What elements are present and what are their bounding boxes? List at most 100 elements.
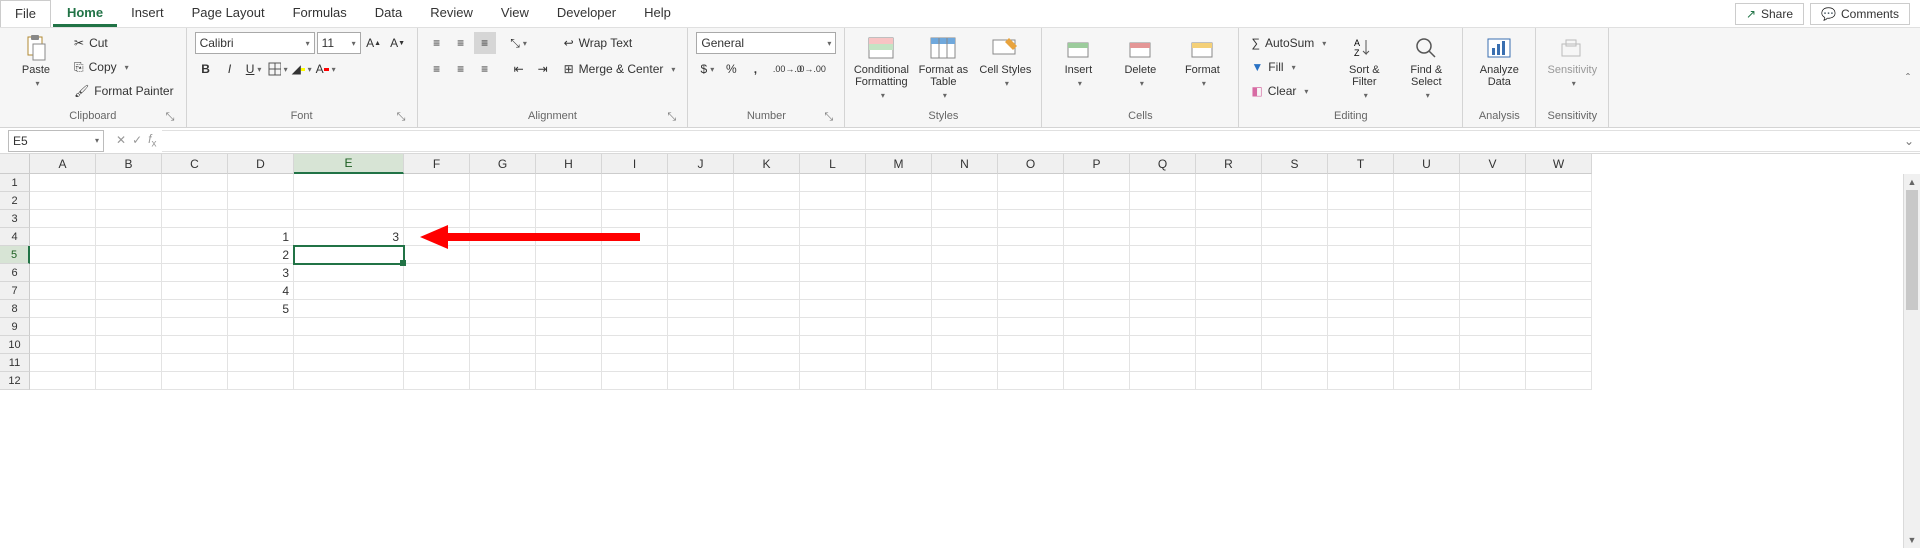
cell-W8[interactable] — [1526, 300, 1592, 318]
cell-F7[interactable] — [404, 282, 470, 300]
cell-B11[interactable] — [96, 354, 162, 372]
tab-formulas[interactable]: Formulas — [279, 0, 361, 27]
cell-F2[interactable] — [404, 192, 470, 210]
cell-W9[interactable] — [1526, 318, 1592, 336]
cell-N7[interactable] — [932, 282, 998, 300]
column-header-N[interactable]: N — [932, 154, 998, 174]
cell-V8[interactable] — [1460, 300, 1526, 318]
cell-I7[interactable] — [602, 282, 668, 300]
cell-K7[interactable] — [734, 282, 800, 300]
cell-K1[interactable] — [734, 174, 800, 192]
column-header-P[interactable]: P — [1064, 154, 1130, 174]
fill-color-button[interactable]: ◢▾ — [291, 58, 313, 80]
cell-S4[interactable] — [1262, 228, 1328, 246]
column-header-Q[interactable]: Q — [1130, 154, 1196, 174]
font-name-select[interactable]: Calibri▾ — [195, 32, 315, 54]
cell-W3[interactable] — [1526, 210, 1592, 228]
cell-G9[interactable] — [470, 318, 536, 336]
column-header-M[interactable]: M — [866, 154, 932, 174]
alignment-dialog-launcher[interactable]: ⤡ — [667, 111, 681, 125]
column-header-W[interactable]: W — [1526, 154, 1592, 174]
cell-B12[interactable] — [96, 372, 162, 390]
row-header-2[interactable]: 2 — [0, 192, 30, 210]
cell-V1[interactable] — [1460, 174, 1526, 192]
cell-C11[interactable] — [162, 354, 228, 372]
cell-D9[interactable] — [228, 318, 294, 336]
column-header-D[interactable]: D — [228, 154, 294, 174]
cell-B8[interactable] — [96, 300, 162, 318]
cell-P6[interactable] — [1064, 264, 1130, 282]
cell-U12[interactable] — [1394, 372, 1460, 390]
cell-F12[interactable] — [404, 372, 470, 390]
cell-L10[interactable] — [800, 336, 866, 354]
cell-T3[interactable] — [1328, 210, 1394, 228]
cell-B6[interactable] — [96, 264, 162, 282]
cell-A3[interactable] — [30, 210, 96, 228]
cell-I8[interactable] — [602, 300, 668, 318]
cell-C6[interactable] — [162, 264, 228, 282]
clipboard-dialog-launcher[interactable]: ⤡ — [166, 111, 180, 125]
scroll-down-button[interactable]: ▼ — [1904, 532, 1920, 548]
cell-C2[interactable] — [162, 192, 228, 210]
share-button[interactable]: ↗Share — [1735, 3, 1804, 25]
cell-T2[interactable] — [1328, 192, 1394, 210]
cell-H1[interactable] — [536, 174, 602, 192]
cell-N11[interactable] — [932, 354, 998, 372]
cell-P8[interactable] — [1064, 300, 1130, 318]
cell-C10[interactable] — [162, 336, 228, 354]
column-header-H[interactable]: H — [536, 154, 602, 174]
cell-I1[interactable] — [602, 174, 668, 192]
cell-S1[interactable] — [1262, 174, 1328, 192]
cell-Q9[interactable] — [1130, 318, 1196, 336]
cell-F11[interactable] — [404, 354, 470, 372]
delete-cells-button[interactable]: Delete▾ — [1112, 32, 1168, 90]
cell-P2[interactable] — [1064, 192, 1130, 210]
cell-K5[interactable] — [734, 246, 800, 264]
cell-P7[interactable] — [1064, 282, 1130, 300]
cell-V2[interactable] — [1460, 192, 1526, 210]
cell-S7[interactable] — [1262, 282, 1328, 300]
cell-A2[interactable] — [30, 192, 96, 210]
row-header-9[interactable]: 9 — [0, 318, 30, 336]
cell-U8[interactable] — [1394, 300, 1460, 318]
cell-T11[interactable] — [1328, 354, 1394, 372]
cell-B10[interactable] — [96, 336, 162, 354]
tab-page-layout[interactable]: Page Layout — [178, 0, 279, 27]
cells-area[interactable]: 132345 — [30, 174, 1592, 390]
column-header-U[interactable]: U — [1394, 154, 1460, 174]
cell-M11[interactable] — [866, 354, 932, 372]
cell-H4[interactable] — [536, 228, 602, 246]
cell-Q1[interactable] — [1130, 174, 1196, 192]
cell-L7[interactable] — [800, 282, 866, 300]
conditional-formatting-button[interactable]: Conditional Formatting▾ — [853, 32, 909, 102]
cell-C12[interactable] — [162, 372, 228, 390]
underline-button[interactable]: U▾ — [243, 58, 265, 80]
cell-U2[interactable] — [1394, 192, 1460, 210]
align-bottom-button[interactable]: ≡ — [474, 32, 496, 54]
cell-D8[interactable]: 5 — [228, 300, 294, 318]
cell-A11[interactable] — [30, 354, 96, 372]
cell-L8[interactable] — [800, 300, 866, 318]
orientation-button[interactable]: ⤡▾ — [508, 32, 530, 54]
cell-O6[interactable] — [998, 264, 1064, 282]
cell-C4[interactable] — [162, 228, 228, 246]
column-header-C[interactable]: C — [162, 154, 228, 174]
cell-G2[interactable] — [470, 192, 536, 210]
fill-button[interactable]: ▼Fill▾ — [1247, 56, 1330, 78]
cell-Q5[interactable] — [1130, 246, 1196, 264]
cell-W1[interactable] — [1526, 174, 1592, 192]
cell-O4[interactable] — [998, 228, 1064, 246]
cell-T9[interactable] — [1328, 318, 1394, 336]
column-header-V[interactable]: V — [1460, 154, 1526, 174]
bold-button[interactable]: B — [195, 58, 217, 80]
cell-E10[interactable] — [294, 336, 404, 354]
cell-A1[interactable] — [30, 174, 96, 192]
cell-K11[interactable] — [734, 354, 800, 372]
cell-J5[interactable] — [668, 246, 734, 264]
cell-B9[interactable] — [96, 318, 162, 336]
cell-V11[interactable] — [1460, 354, 1526, 372]
cell-I6[interactable] — [602, 264, 668, 282]
row-header-3[interactable]: 3 — [0, 210, 30, 228]
row-header-4[interactable]: 4 — [0, 228, 30, 246]
tab-insert[interactable]: Insert — [117, 0, 178, 27]
